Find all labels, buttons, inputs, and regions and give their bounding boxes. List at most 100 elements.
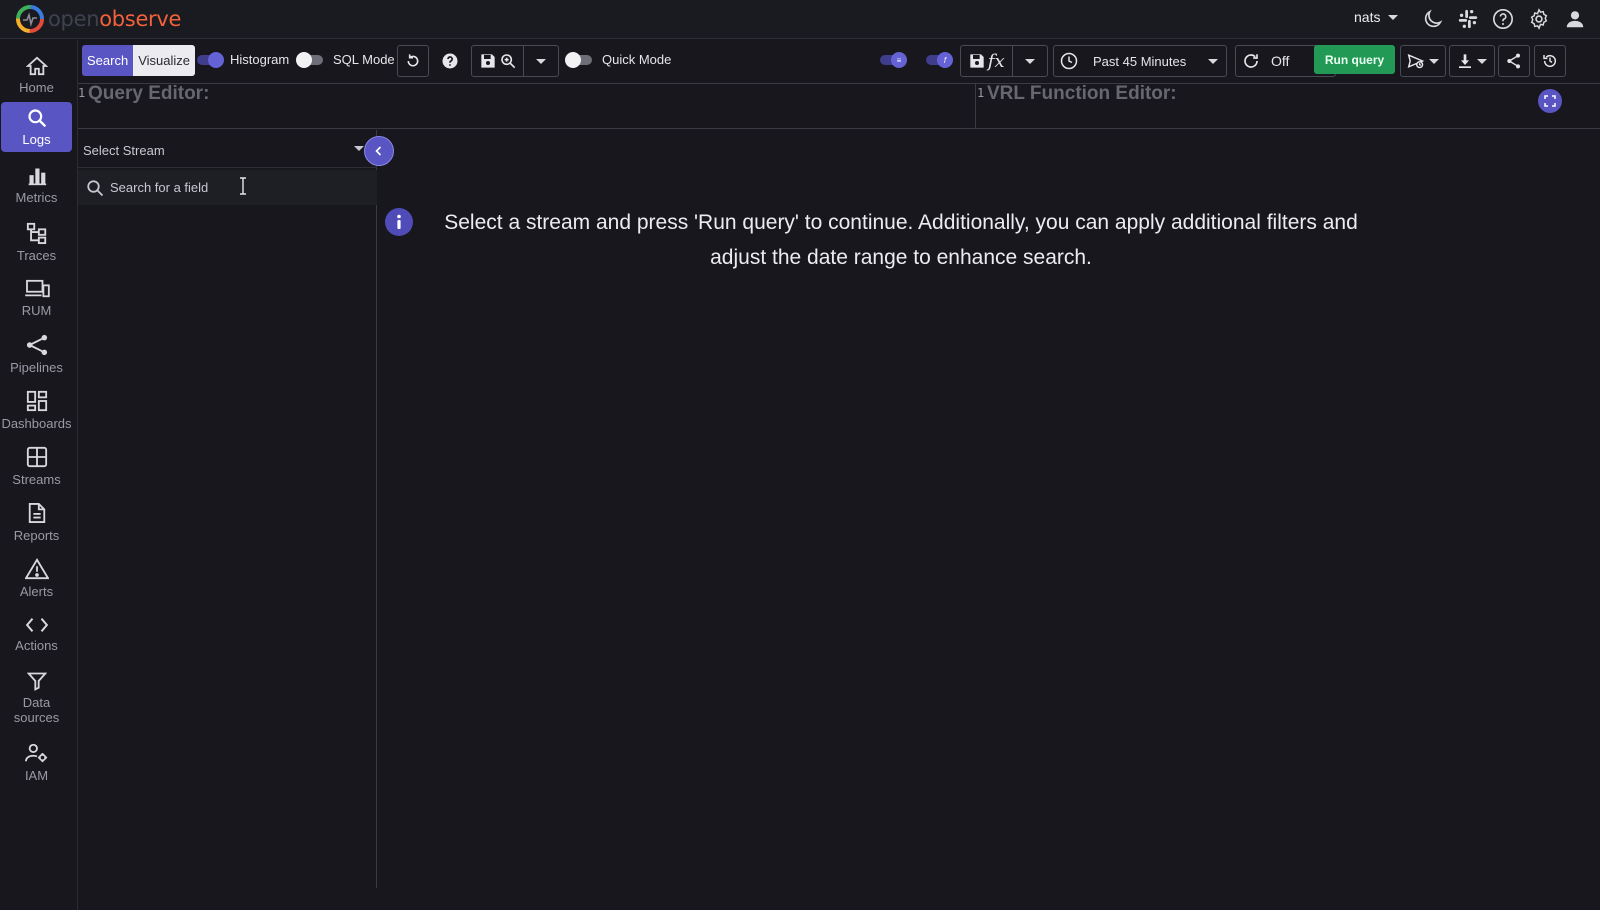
- organization-selector[interactable]: nats: [1354, 9, 1399, 25]
- fullscreen-button[interactable]: [1538, 89, 1562, 113]
- tab-search[interactable]: Search: [82, 45, 134, 76]
- share-icon: [1507, 53, 1520, 69]
- fullscreen-icon: [1544, 95, 1556, 107]
- devices-icon: [24, 279, 50, 297]
- logo-text: openobserve: [48, 7, 182, 31]
- sidebar-item-streams[interactable]: Streams: [1, 441, 72, 491]
- save-icon: [970, 54, 984, 68]
- document-icon: [28, 502, 45, 523]
- sidebar-item-metrics[interactable]: Metrics: [1, 160, 72, 210]
- function-dropdown[interactable]: [1013, 58, 1047, 64]
- moon-icon[interactable]: [1420, 6, 1446, 32]
- search-icon: [87, 179, 104, 196]
- histogram-label: Histogram: [230, 52, 290, 67]
- refresh-interval-value: Off: [1271, 53, 1290, 69]
- scheduled-search-button[interactable]: [1400, 45, 1446, 77]
- sidebar-item-reports[interactable]: Reports: [1, 497, 72, 547]
- chevron-down-icon: [1388, 14, 1399, 20]
- query-editor[interactable]: Query Editor:: [88, 83, 968, 127]
- run-query-button[interactable]: Run query: [1314, 45, 1395, 74]
- sidebar-item-dashboards[interactable]: Dashboards: [1, 385, 72, 435]
- view-mode-toggle: Search Visualize: [82, 45, 195, 76]
- field-list-panel: Select Stream: [78, 130, 377, 888]
- saved-views-button[interactable]: [472, 53, 523, 69]
- field-search-box: [78, 170, 377, 205]
- sidebar-item-logs[interactable]: Logs: [1, 102, 72, 152]
- sidebar: Home Logs Metrics Traces RUM Pipelines D…: [0, 40, 78, 910]
- app-logo[interactable]: openobserve: [14, 2, 181, 36]
- user-icon[interactable]: [1562, 6, 1588, 32]
- sidebar-item-label: Traces: [16, 247, 57, 263]
- function-editor-toggle[interactable]: f: [923, 52, 953, 68]
- chevron-down-icon: [1477, 58, 1487, 64]
- sql-mode-label: SQL Mode: [333, 52, 395, 67]
- code-icon: [25, 617, 48, 632]
- empty-state-text: Select a stream and press 'Run query' to…: [444, 211, 1358, 269]
- chevron-down-icon: [536, 58, 547, 64]
- sidebar-item-actions[interactable]: Actions: [1, 609, 72, 659]
- sidebar-item-rum[interactable]: RUM: [1, 273, 72, 323]
- settings-icon[interactable]: [1526, 6, 1552, 32]
- time-range-value: Past 45 Minutes: [1093, 53, 1187, 69]
- sidebar-item-label: IAM: [24, 767, 49, 783]
- sidebar-item-home[interactable]: Home: [1, 50, 72, 100]
- bar-chart-icon: [28, 168, 46, 185]
- user-gear-icon: [24, 743, 47, 762]
- organization-name: nats: [1354, 9, 1381, 25]
- tab-visualize[interactable]: Visualize: [133, 45, 195, 76]
- help-icon: [442, 53, 458, 69]
- traces-icon: [26, 222, 46, 244]
- vrl-line-number: 1: [977, 86, 985, 100]
- sidebar-item-pipelines[interactable]: Pipelines: [1, 329, 72, 379]
- chevron-left-icon: [375, 146, 382, 156]
- syntax-guide-button[interactable]: [434, 45, 466, 77]
- reset-icon: [407, 54, 419, 67]
- download-button[interactable]: [1449, 45, 1495, 77]
- histogram-toggle[interactable]: [194, 52, 224, 68]
- sidebar-item-label: Actions: [15, 637, 58, 653]
- sidebar-item-label: Logs: [22, 131, 51, 147]
- query-line-number: 1: [78, 86, 86, 100]
- collapse-field-list-button[interactable]: [364, 136, 394, 166]
- editors-row: 1 Query Editor: 1 VRL Function Editor:: [78, 83, 1600, 129]
- sidebar-item-label: Home: [19, 79, 54, 95]
- vrl-function-editor[interactable]: VRL Function Editor:: [987, 83, 1527, 127]
- save-icon: [481, 54, 495, 68]
- sidebar-item-traces[interactable]: Traces: [1, 217, 72, 267]
- stream-selector[interactable]: Select Stream: [78, 130, 377, 168]
- field-search-input[interactable]: [110, 180, 360, 195]
- dashboard-icon: [26, 390, 47, 411]
- sidebar-item-iam[interactable]: IAM: [1, 737, 72, 787]
- sql-mode-toggle[interactable]: [296, 52, 326, 68]
- sidebar-item-label: RUM: [21, 302, 52, 318]
- history-button[interactable]: [1534, 45, 1566, 77]
- grid-icon: [26, 446, 47, 467]
- scheduled-send-icon: [1407, 53, 1425, 69]
- field-list-toggle[interactable]: ≡: [877, 52, 907, 68]
- warning-icon: [24, 557, 49, 579]
- home-icon: [25, 56, 48, 75]
- sidebar-item-label: Metrics: [15, 189, 58, 205]
- sidebar-item-data-sources[interactable]: Data sources: [1, 665, 72, 731]
- filter-icon: [26, 672, 47, 691]
- zoom-icon: [500, 54, 515, 69]
- search-icon: [27, 108, 46, 127]
- info-icon: [385, 208, 413, 236]
- function-icon: fx: [987, 50, 1005, 72]
- saved-views-dropdown[interactable]: [524, 58, 558, 64]
- sidebar-item-alerts[interactable]: Alerts: [1, 553, 72, 603]
- share-button[interactable]: [1498, 45, 1530, 77]
- download-icon: [1459, 54, 1471, 68]
- quick-mode-toggle[interactable]: [565, 52, 595, 68]
- sidebar-item-label: Dashboards: [1, 415, 72, 431]
- pipelines-icon: [26, 334, 47, 355]
- saved-views-group: [471, 45, 559, 77]
- date-time-picker[interactable]: Past 45 Minutes: [1053, 45, 1227, 77]
- editor-divider[interactable]: [975, 84, 976, 128]
- sidebar-item-label: Reports: [13, 527, 60, 543]
- slack-icon[interactable]: [1455, 6, 1481, 32]
- stream-selector-placeholder: Select Stream: [83, 143, 165, 158]
- save-function-button[interactable]: fx: [961, 51, 1012, 72]
- reset-query-button[interactable]: [397, 45, 429, 77]
- help-icon[interactable]: [1490, 6, 1516, 32]
